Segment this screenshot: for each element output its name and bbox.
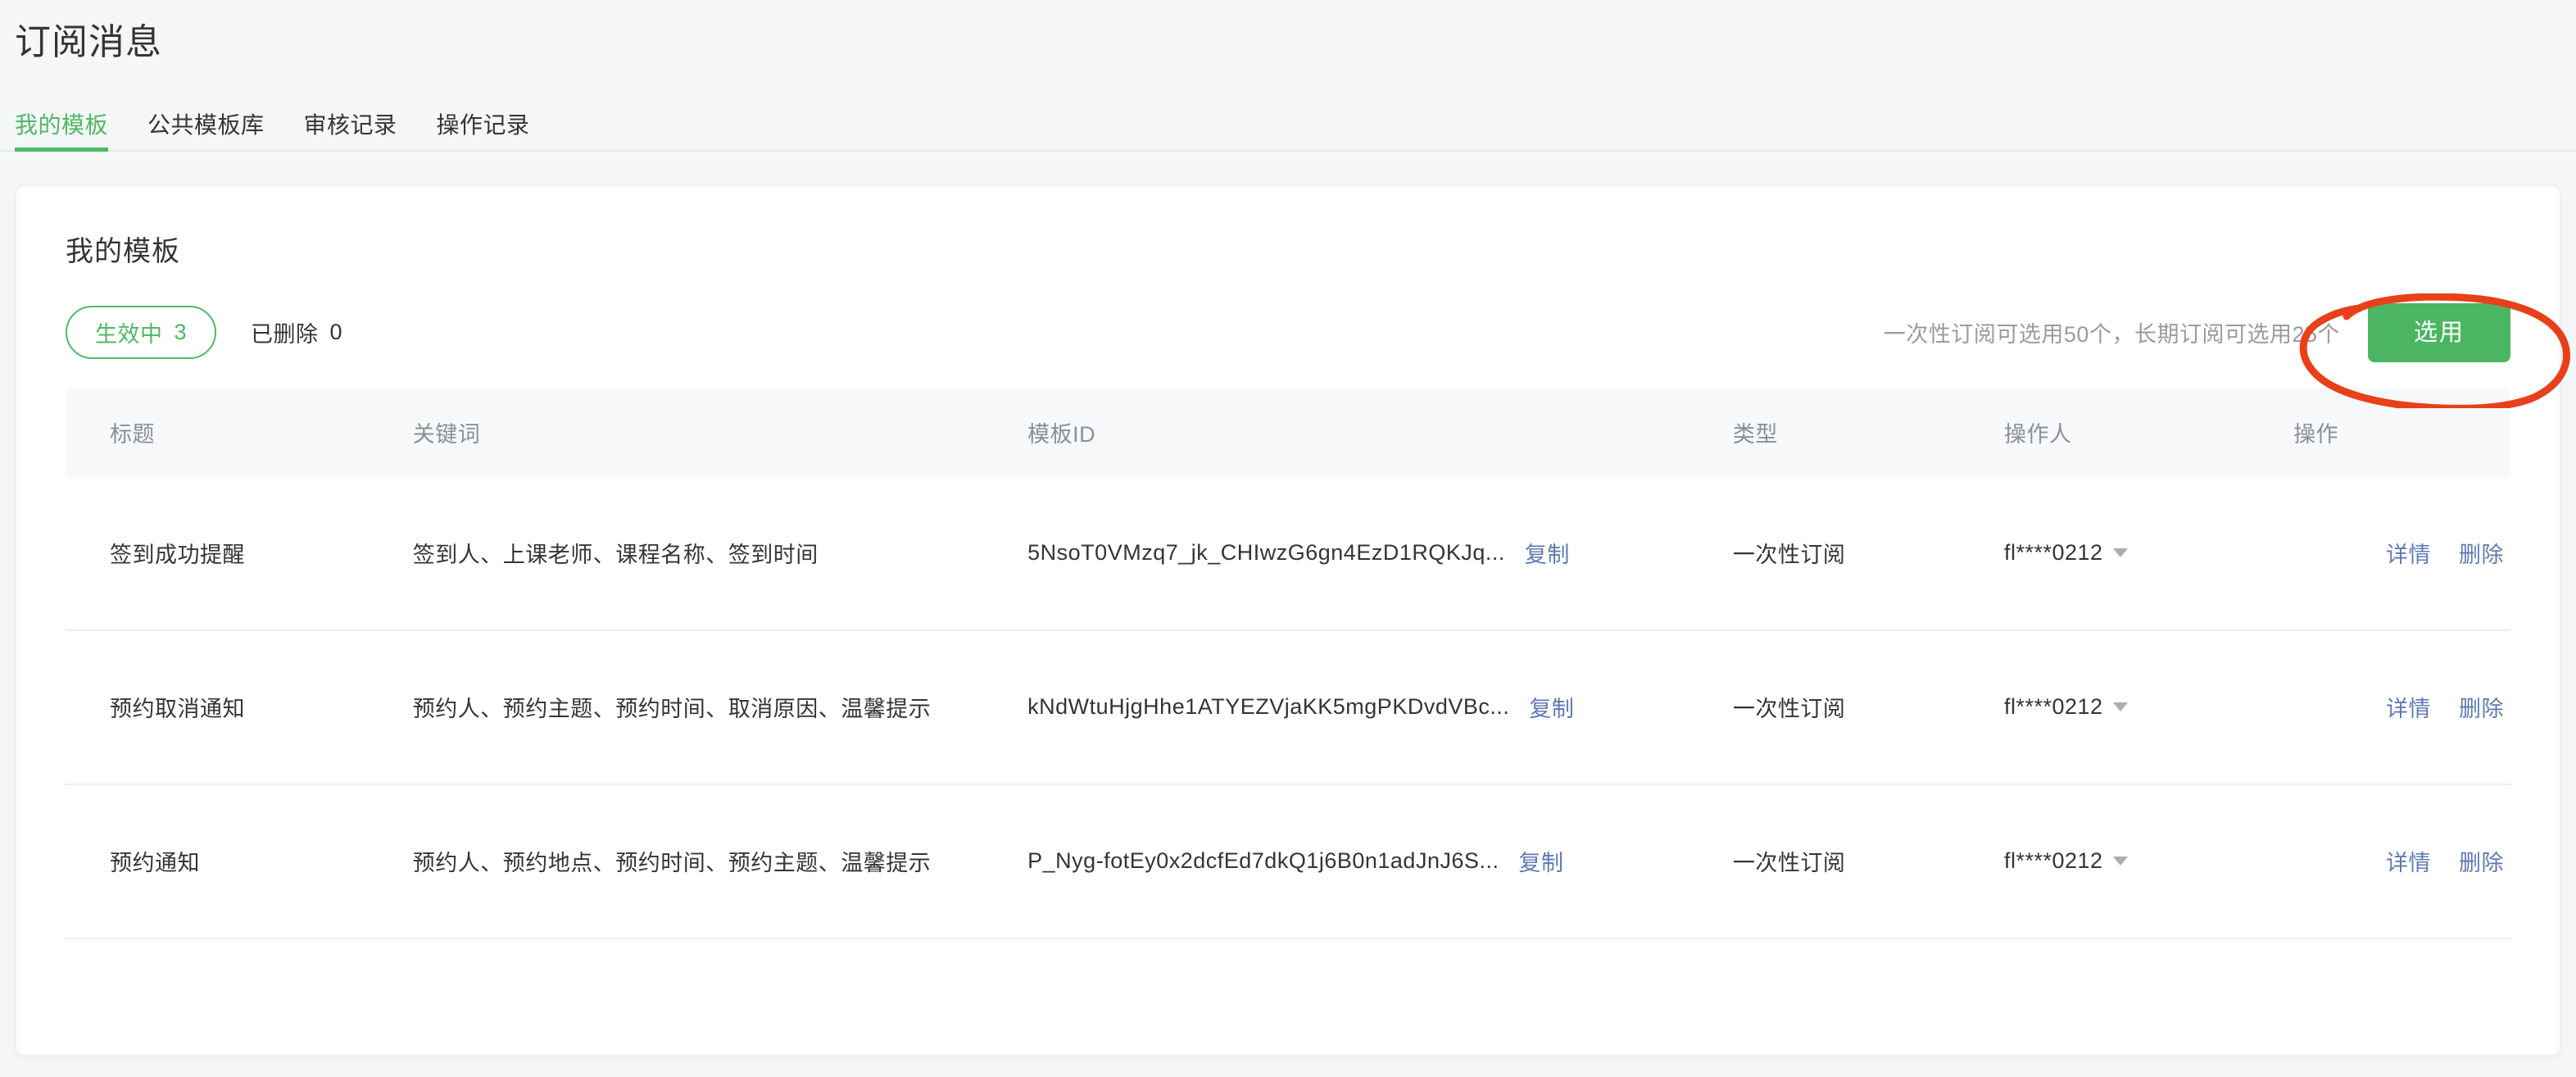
tab-audit-records[interactable]: 审核记录 xyxy=(304,107,397,152)
select-template-button[interactable]: 选用 xyxy=(2367,302,2510,362)
table-row: 预约通知 预约人、预约地点、预约时间、预约主题、温馨提示 P_Nyg-fotEy… xyxy=(66,784,2510,939)
tab-my-templates[interactable]: 我的模板 xyxy=(15,107,109,152)
template-id-group: P_Nyg-fotEy0x2dcfEd7dkQ1j6B0n1adJnJ6S...… xyxy=(1027,845,1733,877)
cell-title: 预约通知 xyxy=(66,784,413,939)
detail-link[interactable]: 详情 xyxy=(2386,845,2431,877)
cell-keywords: 签到人、上课老师、课程名称、签到时间 xyxy=(412,476,1028,631)
filter-chip-active[interactable]: 生效中 3 xyxy=(66,306,217,360)
copy-link[interactable]: 复制 xyxy=(1519,845,1564,877)
cell-type: 一次性订阅 xyxy=(1732,629,2004,785)
cell-operator: fl****0212 xyxy=(2003,476,2294,631)
column-header-template-id: 模板ID xyxy=(1027,388,1733,477)
row-action-group: 详情 删除 xyxy=(2293,537,2510,569)
detail-link[interactable]: 详情 xyxy=(2386,691,2431,723)
delete-link[interactable]: 删除 xyxy=(2459,537,2504,569)
cell-keywords: 预约人、预约地点、预约时间、预约主题、温馨提示 xyxy=(412,784,1028,939)
column-header-action: 操作 xyxy=(2293,388,2510,477)
column-header-keywords: 关键词 xyxy=(412,388,1028,477)
filter-chip-deleted[interactable]: 已删除 0 xyxy=(251,316,342,348)
filter-chip-active-count: 3 xyxy=(174,320,188,345)
template-id-text: kNdWtuHjgHhe1ATYEZVjaKK5mgPKDvdVBc... xyxy=(1027,694,1510,720)
cell-title: 预约取消通知 xyxy=(66,629,413,785)
column-header-type: 类型 xyxy=(1732,388,2004,477)
tab-operation-records[interactable]: 操作记录 xyxy=(437,107,530,152)
template-id-text: P_Nyg-fotEy0x2dcfEd7dkQ1j6B0n1adJnJ6S... xyxy=(1027,848,1499,874)
table-header-row: 标题 关键词 模板ID 类型 操作人 操作 xyxy=(66,388,2510,477)
detail-link[interactable]: 详情 xyxy=(2386,537,2431,569)
template-id-group: 5NsoT0VMzq7_jk_CHIwzG6gn4EzD1RQKJq... 复制 xyxy=(1027,537,1733,569)
cell-operator: fl****0212 xyxy=(2003,784,2294,939)
cell-template-id: 5NsoT0VMzq7_jk_CHIwzG6gn4EzD1RQKJq... 复制 xyxy=(1027,476,1733,631)
templates-table-head: 标题 关键词 模板ID 类型 操作人 操作 xyxy=(66,388,2510,477)
templates-table: 标题 关键词 模板ID 类型 操作人 操作 签到成功提醒 签到人、上课老师、课程… xyxy=(66,388,2510,939)
operator-name: fl****0212 xyxy=(2003,848,2103,874)
row-action-group: 详情 删除 xyxy=(2293,691,2510,723)
cell-template-id: P_Nyg-fotEy0x2dcfEd7dkQ1j6B0n1adJnJ6S...… xyxy=(1027,784,1733,939)
operator-name: fl****0212 xyxy=(2003,540,2103,566)
delete-link[interactable]: 删除 xyxy=(2459,691,2504,723)
cell-type: 一次性订阅 xyxy=(1732,784,2004,939)
filter-chip-deleted-count: 0 xyxy=(329,320,343,345)
operator-filter-control[interactable]: fl****0212 xyxy=(2004,848,2128,874)
my-templates-card: 我的模板 生效中 3 已删除 0 一次性订阅可选用50个，长期订阅可选用25个 … xyxy=(16,185,2560,1055)
tab-list: 我的模板 公共模板库 审核记录 操作记录 xyxy=(15,101,2576,152)
caret-down-icon[interactable] xyxy=(2112,857,2128,866)
caret-down-icon[interactable] xyxy=(2112,702,2128,712)
cell-operator: fl****0212 xyxy=(2003,629,2294,785)
cell-actions: 详情 删除 xyxy=(2293,784,2510,939)
filter-chip-deleted-label: 已删除 xyxy=(251,322,319,348)
tab-bar: 我的模板 公共模板库 审核记录 操作记录 xyxy=(0,101,2576,152)
cell-actions: 详情 删除 xyxy=(2293,476,2510,631)
caret-down-icon[interactable] xyxy=(2112,548,2128,558)
cell-template-id: kNdWtuHjgHhe1ATYEZVjaKK5mgPKDvdVBc... 复制 xyxy=(1027,629,1733,785)
filter-chip-active-label: 生效中 xyxy=(95,322,163,348)
card-title: 我的模板 xyxy=(66,235,180,267)
template-id-group: kNdWtuHjgHhe1ATYEZVjaKK5mgPKDvdVBc... 复制 xyxy=(1027,691,1733,723)
page-title: 订阅消息 xyxy=(15,22,162,62)
operator-name: fl****0212 xyxy=(2003,694,2103,720)
template-id-text: 5NsoT0VMzq7_jk_CHIwzG6gn4EzD1RQKJq... xyxy=(1027,540,1505,566)
tab-public-template-library[interactable]: 公共模板库 xyxy=(147,107,265,152)
templates-table-body: 签到成功提醒 签到人、上课老师、课程名称、签到时间 5NsoT0VMzq7_jk… xyxy=(66,476,2510,939)
operator-filter-control[interactable]: fl****0212 xyxy=(2004,540,2128,566)
quota-hint-text: 一次性订阅可选用50个，长期订阅可选用25个 xyxy=(1883,322,2340,348)
cell-actions: 详情 删除 xyxy=(2293,629,2510,785)
operator-filter-control[interactable]: fl****0212 xyxy=(2004,694,2128,720)
row-action-group: 详情 删除 xyxy=(2293,845,2510,877)
copy-link[interactable]: 复制 xyxy=(1529,691,1574,723)
filter-toolbar: 生效中 3 已删除 0 一次性订阅可选用50个，长期订阅可选用25个 选用 xyxy=(66,302,2510,362)
cell-keywords: 预约人、预约主题、预约时间、取消原因、温馨提示 xyxy=(412,629,1028,785)
page-header: 订阅消息 xyxy=(0,0,2576,65)
cell-title: 签到成功提醒 xyxy=(66,476,413,631)
cell-type: 一次性订阅 xyxy=(1732,476,2004,631)
column-header-operator: 操作人 xyxy=(2003,388,2294,477)
table-row: 签到成功提醒 签到人、上课老师、课程名称、签到时间 5NsoT0VMzq7_jk… xyxy=(66,476,2510,631)
table-row: 预约取消通知 预约人、预约主题、预约时间、取消原因、温馨提示 kNdWtuHjg… xyxy=(66,629,2510,785)
copy-link[interactable]: 复制 xyxy=(1525,537,1570,569)
delete-link[interactable]: 删除 xyxy=(2459,845,2504,877)
column-header-title: 标题 xyxy=(66,388,413,477)
